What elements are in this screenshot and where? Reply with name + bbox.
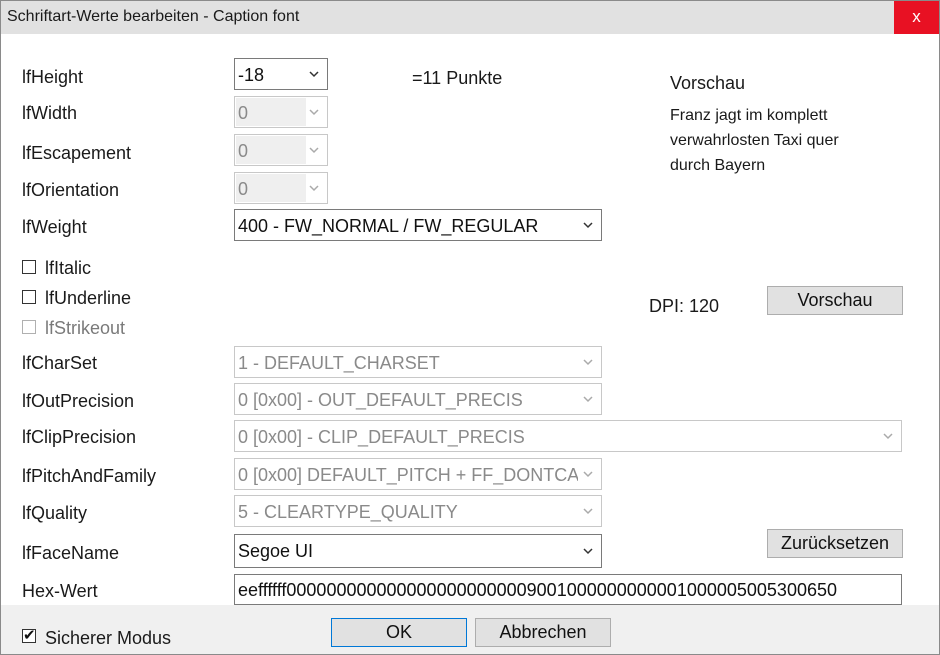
lfpitchandfamily-value: 0 [0x00] DEFAULT_PITCH + FF_DONTCARE bbox=[238, 465, 578, 485]
lfcharset-label: lfCharSet bbox=[22, 353, 98, 373]
lfpitchandfamily-combo[interactable]: 0 [0x00] DEFAULT_PITCH + FF_DONTCARE bbox=[234, 458, 602, 490]
lfweight-combo[interactable]: 400 - FW_NORMAL / FW_REGULAR bbox=[234, 209, 602, 241]
chevron-down-icon bbox=[309, 185, 319, 192]
lfwidth-label: lfWidth bbox=[22, 103, 78, 123]
preview-line-2: verwahrlosten Taxi quer bbox=[670, 132, 839, 149]
lfpitchandfamily-label: lfPitchAndFamily bbox=[22, 466, 157, 486]
window-title: Schriftart-Werte bearbeiten - Caption fo… bbox=[7, 8, 300, 25]
hex-label: Hex-Wert bbox=[22, 581, 98, 601]
lforientation-combo[interactable]: 0 bbox=[234, 172, 328, 204]
lfescapement-combo[interactable]: 0 bbox=[234, 134, 328, 166]
chevron-down-icon bbox=[583, 396, 593, 403]
lfclipprecision-label: lfClipPrecision bbox=[22, 427, 137, 447]
strikeout-checkbox[interactable] bbox=[22, 320, 36, 334]
lfweight-value: 400 - FW_NORMAL / FW_REGULAR bbox=[238, 216, 539, 236]
safe-mode-label: Sicherer Modus bbox=[45, 628, 172, 648]
chevron-down-icon bbox=[883, 433, 893, 440]
chevron-down-icon bbox=[309, 147, 319, 154]
lforientation-value: 0 bbox=[238, 179, 249, 199]
dpi-text: DPI: 120 bbox=[649, 296, 720, 316]
safe-mode-checkbox[interactable]: ✔ bbox=[22, 627, 36, 644]
lfheight-value: -18 bbox=[238, 65, 265, 85]
lforientation-label: lfOrientation bbox=[22, 180, 120, 200]
button-bar: ✔ Sicherer Modus OK Abbrechen bbox=[1, 605, 939, 654]
lfquality-value: 5 - CLEARTYPE_QUALITY bbox=[238, 502, 458, 522]
ok-button[interactable]: OK bbox=[331, 618, 467, 647]
chevron-down-icon bbox=[583, 548, 593, 555]
chevron-down-icon bbox=[583, 508, 593, 515]
lfheight-combo[interactable]: -18 bbox=[234, 58, 328, 90]
lfcharset-value: 1 - DEFAULT_CHARSET bbox=[238, 353, 440, 373]
lfescapement-value: 0 bbox=[238, 141, 249, 161]
hex-input[interactable]: eeffffff00000000000000000000000090010000… bbox=[234, 574, 902, 605]
underline-checkbox[interactable] bbox=[22, 290, 36, 304]
lfoutprecision-combo[interactable]: 0 [0x00] - OUT_DEFAULT_PRECIS bbox=[234, 383, 602, 415]
title-bar: Schriftart-Werte bearbeiten - Caption fo… bbox=[1, 1, 939, 34]
lfwidth-combo[interactable]: 0 bbox=[234, 96, 328, 128]
lfclipprecision-value: 0 [0x00] - CLIP_DEFAULT_PRECIS bbox=[238, 427, 525, 447]
preview-line-3: durch Bayern bbox=[670, 157, 766, 174]
lfcharset-combo[interactable]: 1 - DEFAULT_CHARSET bbox=[234, 346, 602, 378]
lfescapement-label: lfEscapement bbox=[22, 143, 132, 163]
underline-label: lfUnderline bbox=[45, 288, 132, 308]
lfweight-label: lfWeight bbox=[22, 217, 87, 237]
chevron-down-icon bbox=[309, 109, 319, 116]
chevron-down-icon bbox=[309, 71, 319, 78]
lffacename-value: Segoe UI bbox=[238, 541, 314, 561]
strikeout-label: lfStrikeout bbox=[45, 318, 126, 338]
cancel-button[interactable]: Abbrechen bbox=[475, 618, 611, 647]
italic-checkbox[interactable] bbox=[22, 260, 36, 274]
lfoutprecision-label: lfOutPrecision bbox=[22, 391, 135, 411]
preview-button[interactable]: Vorschau bbox=[767, 286, 903, 315]
lfwidth-value: 0 bbox=[238, 103, 249, 123]
lfquality-combo[interactable]: 5 - CLEARTYPE_QUALITY bbox=[234, 495, 602, 527]
hex-value: eeffffff00000000000000000000000090010000… bbox=[238, 580, 837, 600]
checkmark-icon: ✔ bbox=[23, 627, 36, 644]
lfoutprecision-value: 0 [0x00] - OUT_DEFAULT_PRECIS bbox=[238, 390, 523, 410]
lffacename-combo[interactable]: Segoe UI bbox=[234, 534, 602, 568]
chevron-down-icon bbox=[583, 222, 593, 229]
close-button[interactable]: x bbox=[894, 1, 939, 34]
points-text: =11 Punkte bbox=[412, 68, 503, 88]
lfclipprecision-combo[interactable]: 0 [0x00] - CLIP_DEFAULT_PRECIS bbox=[234, 420, 902, 452]
lffacename-label: lfFaceName bbox=[22, 543, 120, 563]
reset-button[interactable]: Zurücksetzen bbox=[767, 529, 903, 558]
preview-heading: Vorschau bbox=[670, 73, 746, 93]
italic-label: lfItalic bbox=[45, 258, 92, 278]
lfheight-label: lfHeight bbox=[22, 67, 84, 87]
font-dialog: Schriftart-Werte bearbeiten - Caption fo… bbox=[0, 0, 940, 655]
lfquality-label: lfQuality bbox=[22, 503, 88, 523]
chevron-down-icon bbox=[583, 359, 593, 366]
chevron-down-icon bbox=[583, 471, 593, 478]
preview-line-1: Franz jagt im komplett bbox=[670, 107, 828, 124]
